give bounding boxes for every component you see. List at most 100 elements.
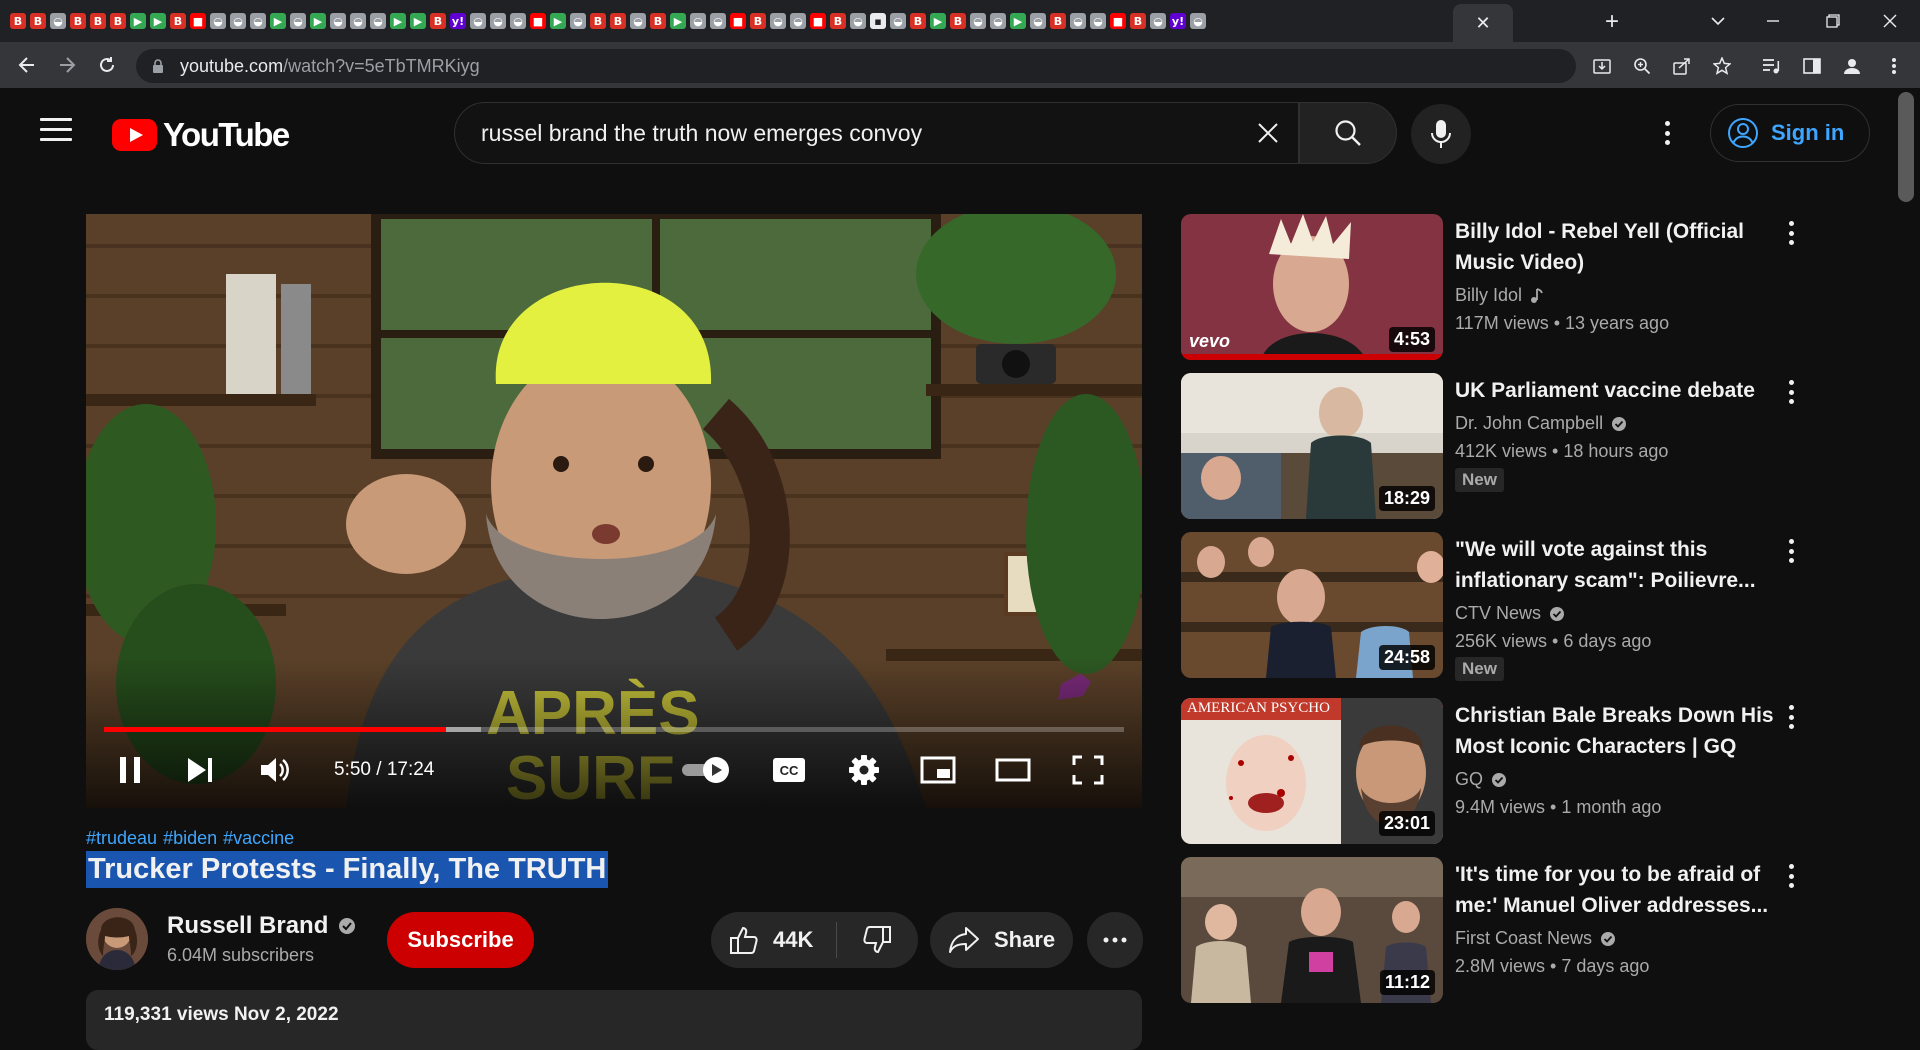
channel-name[interactable]: CTV News — [1455, 603, 1565, 624]
recommended-video[interactable]: 24:58 "We will vote against this inflati… — [1181, 532, 1841, 682]
tab-favicon[interactable]: ◒ — [50, 13, 66, 29]
tab-favicon[interactable]: ■ — [1110, 13, 1126, 29]
video-title[interactable]: "We will vote against this inflationary … — [1455, 534, 1795, 596]
channel-name[interactable]: First Coast News — [1455, 928, 1616, 949]
forward-button[interactable] — [52, 50, 82, 80]
channel-avatar[interactable] — [86, 908, 148, 970]
tab-favicon[interactable]: ◒ — [470, 13, 486, 29]
tab-favicon[interactable]: B — [10, 13, 26, 29]
hashtag-link[interactable]: #vaccine — [223, 828, 294, 848]
restore-button[interactable] — [1815, 6, 1851, 36]
video-title[interactable]: UK Parliament vaccine debate — [1455, 375, 1795, 406]
more-actions-button[interactable] — [1087, 912, 1143, 968]
tab-favicon[interactable]: ◒ — [770, 13, 786, 29]
tab-favicon[interactable]: ◒ — [210, 13, 226, 29]
tab-favicon[interactable]: ◒ — [510, 13, 526, 29]
tab-favicon[interactable]: ▶ — [1010, 13, 1026, 29]
theater-mode-button[interactable] — [989, 746, 1037, 794]
video-thumbnail[interactable]: 11:12 — [1181, 857, 1443, 1003]
tab-favicon[interactable]: ◒ — [710, 13, 726, 29]
video-title[interactable]: Billy Idol - Rebel Yell (Official Music … — [1455, 216, 1795, 278]
page-scrollbar[interactable] — [1898, 92, 1914, 202]
tab-favicon[interactable]: B — [610, 13, 626, 29]
tab-favicon[interactable]: ◒ — [250, 13, 266, 29]
subscribe-button[interactable]: Subscribe — [387, 912, 534, 968]
tab-favicon[interactable]: ■ — [530, 13, 546, 29]
video-action-menu[interactable] — [1779, 702, 1803, 732]
tab-favicon[interactable]: ◒ — [350, 13, 366, 29]
tab-favicon[interactable]: ◒ — [370, 13, 386, 29]
miniplayer-button[interactable] — [914, 746, 962, 794]
tab-search-button[interactable] — [1700, 6, 1736, 36]
zoom-button[interactable] — [1628, 52, 1656, 80]
search-input[interactable] — [481, 119, 1221, 147]
subtitles-button[interactable]: CC — [765, 746, 813, 794]
tab-favicon[interactable]: ◒ — [1090, 13, 1106, 29]
tab-favicon[interactable]: ◒ — [330, 13, 346, 29]
share-button[interactable]: Share — [930, 912, 1073, 968]
tab-favicon[interactable]: ◒ — [1190, 13, 1206, 29]
tab-favicon[interactable]: ◒ — [1030, 13, 1046, 29]
install-app-button[interactable] — [1588, 52, 1616, 80]
tab-favicon[interactable]: ◒ — [790, 13, 806, 29]
tab-favicon[interactable]: B — [830, 13, 846, 29]
tab-favicon[interactable]: ◒ — [570, 13, 586, 29]
dislike-button[interactable] — [837, 912, 917, 968]
tab-favicon[interactable]: ▪ — [870, 13, 886, 29]
tab-favicon[interactable]: ■ — [730, 13, 746, 29]
tab-favicon[interactable]: ◒ — [230, 13, 246, 29]
tab-favicon[interactable]: y! — [1170, 13, 1186, 29]
tab-favicon[interactable]: ◒ — [1150, 13, 1166, 29]
video-action-menu[interactable] — [1779, 536, 1803, 566]
tab-favicon[interactable]: B — [1050, 13, 1066, 29]
tab-favicon[interactable]: ◒ — [970, 13, 986, 29]
hashtag-link[interactable]: #trudeau — [86, 828, 157, 848]
mute-button[interactable] — [251, 746, 299, 794]
close-window-button[interactable] — [1872, 6, 1908, 36]
tab-favicon[interactable]: ◒ — [990, 13, 1006, 29]
tab-favicon[interactable]: B — [1130, 13, 1146, 29]
reload-button[interactable] — [92, 50, 122, 80]
recommended-video[interactable]: 18:29 UK Parliament vaccine debate Dr. J… — [1181, 373, 1841, 523]
channel-name[interactable]: GQ — [1455, 769, 1507, 790]
tab-favicon[interactable]: B — [950, 13, 966, 29]
media-control-button[interactable] — [1758, 52, 1786, 80]
tab-favicon[interactable]: ◒ — [630, 13, 646, 29]
share-page-button[interactable] — [1668, 52, 1696, 80]
tab-favicon[interactable]: B — [170, 13, 186, 29]
video-action-menu[interactable] — [1779, 377, 1803, 407]
recommended-video[interactable]: AMERICAN PSYCHO 23:01 Christian Bale Bre… — [1181, 698, 1841, 848]
tab-favicon[interactable]: ▶ — [930, 13, 946, 29]
tab-favicon[interactable]: ◒ — [890, 13, 906, 29]
tab-favicon[interactable]: ▶ — [670, 13, 686, 29]
tab-close-icon[interactable]: ✕ — [1475, 13, 1490, 34]
profile-button[interactable] — [1838, 52, 1866, 80]
tab-favicon[interactable]: ◒ — [1070, 13, 1086, 29]
sign-in-button[interactable]: Sign in — [1710, 104, 1870, 162]
tab-favicon[interactable]: ▶ — [410, 13, 426, 29]
channel-name[interactable]: Russell Brand — [167, 912, 356, 940]
next-button[interactable] — [176, 746, 224, 794]
guide-menu-button[interactable] — [40, 118, 72, 144]
tab-favicon[interactable]: ▶ — [390, 13, 406, 29]
tab-favicon[interactable]: ▶ — [130, 13, 146, 29]
tab-favicon[interactable]: B — [590, 13, 606, 29]
description-box[interactable]: 119,331 views Nov 2, 2022 — [86, 990, 1142, 1050]
video-action-menu[interactable] — [1779, 218, 1803, 248]
tab-favicon[interactable]: B — [70, 13, 86, 29]
tab-favicon[interactable]: ▶ — [270, 13, 286, 29]
settings-menu-button[interactable] — [1652, 118, 1682, 148]
tab-favicon[interactable]: ▶ — [310, 13, 326, 29]
video-thumbnail[interactable]: 24:58 — [1181, 532, 1443, 678]
video-player[interactable]: APRÈS SURF 5:50 / 17:24 CC — [86, 214, 1142, 808]
address-bar[interactable]: youtube.com/watch?v=5eTbTMRKiyg — [136, 49, 1576, 83]
fullscreen-button[interactable] — [1064, 746, 1112, 794]
tab-favicon[interactable]: ◒ — [290, 13, 306, 29]
settings-button[interactable] — [840, 746, 888, 794]
video-thumbnail[interactable]: vevo 4:53 — [1181, 214, 1443, 360]
video-title[interactable]: Christian Bale Breaks Down His Most Icon… — [1455, 700, 1795, 762]
tab-favicon[interactable]: ■ — [810, 13, 826, 29]
clear-search-button[interactable] — [1252, 117, 1284, 149]
recommended-video[interactable]: 11:12 'It's time for you to be afraid of… — [1181, 857, 1841, 1007]
youtube-logo[interactable]: YouTube — [112, 116, 290, 154]
